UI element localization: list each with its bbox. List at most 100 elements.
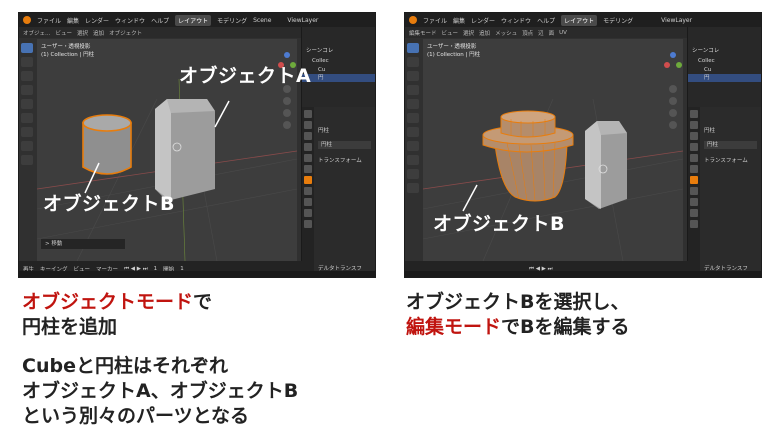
select-tool-icon[interactable] [407, 43, 419, 53]
scale-tool-icon[interactable] [21, 99, 33, 109]
transform-section[interactable]: トランスフォーム [318, 157, 362, 165]
constraint-props-icon[interactable] [304, 209, 312, 217]
mode-selector[interactable]: オブジェ… [23, 29, 51, 37]
caption-left-line2: 円柱を追加 [22, 316, 118, 338]
render-props-icon[interactable] [304, 121, 312, 129]
rotate-tool-icon[interactable] [21, 85, 33, 95]
menu-object[interactable]: オブジェクト [109, 29, 142, 37]
edited-cylinder-object[interactable] [482, 110, 574, 202]
object-props-icon[interactable] [304, 176, 312, 184]
menu-file[interactable]: ファイル [423, 16, 447, 25]
toolbar [407, 43, 421, 203]
transform-tool-icon[interactable] [407, 113, 419, 123]
view-layer-props-icon[interactable] [304, 143, 312, 151]
object-props-icon[interactable] [690, 176, 698, 184]
render-props-icon[interactable] [690, 121, 698, 129]
data-props-icon[interactable] [304, 220, 312, 228]
viewlayer-selector[interactable]: ViewLayer [661, 17, 692, 24]
menu-window[interactable]: ウィンドウ [501, 16, 531, 25]
blender-logo-icon[interactable] [409, 16, 417, 24]
measure-tool-icon[interactable] [21, 141, 33, 151]
menu-view[interactable]: ビュー [56, 29, 73, 37]
caption-right-line1: オブジェクトBを選択し、 [406, 291, 630, 313]
cube-object[interactable] [585, 121, 627, 209]
menu-add[interactable]: 追加 [479, 29, 490, 37]
viewlayer-selector[interactable]: ViewLayer [287, 17, 318, 24]
blender-logo-icon[interactable] [23, 16, 31, 24]
menu-face[interactable]: 面 [549, 29, 555, 37]
tool-props-icon[interactable] [304, 110, 312, 118]
outliner-scene-collection[interactable]: シーンコレ [306, 47, 333, 55]
transform-tool-icon[interactable] [21, 113, 33, 123]
cursor-tool-icon[interactable] [21, 57, 33, 67]
menu-render[interactable]: レンダー [85, 16, 109, 25]
scene-selector[interactable]: Scene [253, 17, 271, 24]
mode-selector[interactable]: 編集モード [409, 29, 437, 37]
add-cube-tool-icon[interactable] [21, 155, 33, 165]
cube-object[interactable] [155, 99, 215, 201]
world-props-icon[interactable] [690, 165, 698, 173]
menu-edge[interactable]: 辺 [538, 29, 544, 37]
last-operator-panel[interactable]: > 移動 [41, 239, 125, 249]
top-menu-bar: ファイル 編集 レンダー ウィンドウ ヘルプ レイアウト モデリング ViewL… [405, 13, 761, 27]
outliner-cube[interactable]: Cu [704, 66, 711, 74]
rotate-tool-icon[interactable] [407, 85, 419, 95]
outliner-collection[interactable]: Collec [312, 57, 329, 65]
menu-file[interactable]: ファイル [37, 16, 61, 25]
menu-window[interactable]: ウィンドウ [115, 16, 145, 25]
menu-add[interactable]: 追加 [93, 29, 104, 37]
menu-uv[interactable]: UV [559, 30, 567, 36]
world-props-icon[interactable] [304, 165, 312, 173]
navigation-gizmo[interactable] [659, 47, 685, 137]
annotate-tool-icon[interactable] [21, 127, 33, 137]
tab-modeling[interactable]: モデリング [603, 16, 633, 25]
menu-help[interactable]: ヘルプ [151, 16, 169, 25]
scene-props-icon[interactable] [304, 154, 312, 162]
outliner-collection[interactable]: Collec [698, 57, 715, 65]
physics-props-icon[interactable] [304, 198, 312, 206]
menu-vertex[interactable]: 頂点 [522, 29, 533, 37]
annotate-tool-icon[interactable] [407, 127, 419, 137]
menu-edit[interactable]: 編集 [67, 16, 79, 25]
tool-props-icon[interactable] [690, 110, 698, 118]
object-name-field[interactable]: 円柱 [704, 141, 757, 149]
modifier-props-icon[interactable] [690, 187, 698, 195]
cursor-tool-icon[interactable] [407, 57, 419, 67]
scale-tool-icon[interactable] [407, 99, 419, 109]
menu-mesh[interactable]: メッシュ [495, 29, 517, 37]
tab-layout[interactable]: レイアウト [175, 14, 212, 26]
measure-tool-icon[interactable] [407, 141, 419, 151]
menu-select[interactable]: 選択 [463, 29, 474, 37]
tab-modeling[interactable]: モデリング [217, 16, 247, 25]
select-tool-icon[interactable] [21, 43, 33, 53]
bevel-tool-icon[interactable] [407, 183, 419, 193]
menu-view[interactable]: ビュー [442, 29, 459, 37]
menu-render[interactable]: レンダー [471, 16, 495, 25]
menu-help[interactable]: ヘルプ [537, 16, 555, 25]
outliner-cylinder[interactable]: 円 [688, 74, 761, 82]
extrude-tool-icon[interactable] [407, 155, 419, 165]
cylinder-object[interactable] [82, 114, 132, 175]
physics-props-icon[interactable] [690, 198, 698, 206]
constraint-props-icon[interactable] [690, 209, 698, 217]
menu-select[interactable]: 選択 [77, 29, 88, 37]
move-tool-icon[interactable] [407, 71, 419, 81]
screenshot-object-mode: ファイル 編集 レンダー ウィンドウ ヘルプ レイアウト モデリング Scene… [18, 12, 376, 278]
modifier-props-icon[interactable] [304, 187, 312, 195]
properties-tabs [302, 107, 314, 277]
scene-props-icon[interactable] [690, 154, 698, 162]
object-name-field[interactable]: 円柱 [318, 141, 371, 149]
tab-layout[interactable]: レイアウト [561, 14, 598, 26]
viewport-info: ユーザー・透視投影 (1) Collection | 円柱 [41, 43, 94, 59]
outliner-cylinder[interactable]: 円 [302, 74, 375, 82]
data-props-icon[interactable] [690, 220, 698, 228]
move-tool-icon[interactable] [21, 71, 33, 81]
view-layer-props-icon[interactable] [690, 143, 698, 151]
transform-section[interactable]: トランスフォーム [704, 157, 748, 165]
output-props-icon[interactable] [690, 132, 698, 140]
outliner-scene-collection[interactable]: シーンコレ [692, 47, 719, 55]
outliner-cube[interactable]: Cu [318, 66, 325, 74]
inset-tool-icon[interactable] [407, 169, 419, 179]
menu-edit[interactable]: 編集 [453, 16, 465, 25]
output-props-icon[interactable] [304, 132, 312, 140]
